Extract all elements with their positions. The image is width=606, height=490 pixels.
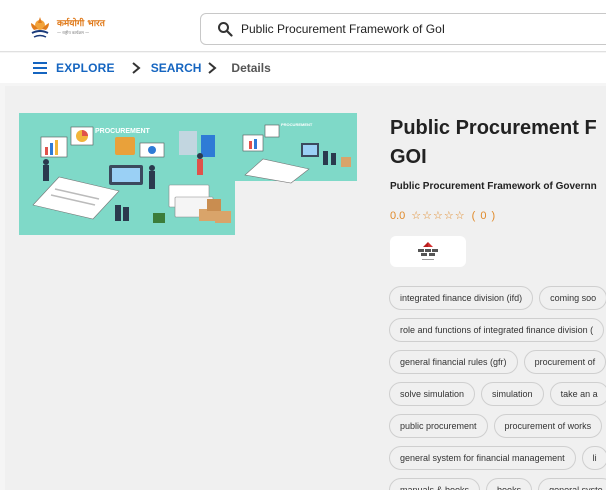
tag-row: general financial rules (gfr) procurement… — [389, 350, 606, 374]
rating-stars-icon: ☆☆☆☆☆ — [411, 210, 466, 222]
tag-chip[interactable]: take an a — [549, 382, 606, 406]
tag-chip[interactable]: li — [581, 446, 606, 470]
course-title-line: Public Procurement F — [390, 117, 597, 139]
top-bar: कर्मयोगी भारत — राष्ट्रीय कार्यक्रम — — [0, 0, 606, 52]
search-box[interactable] — [200, 13, 606, 45]
tag-chip[interactable]: general system for financial management — [389, 446, 576, 470]
breadcrumb-explore-link[interactable]: EXPLORE — [56, 61, 115, 75]
tag-row: role and functions of integrated finance… — [389, 318, 606, 342]
tag-chip[interactable]: procurement of works — [493, 414, 603, 438]
tag-row: solve simulation simulation take an a — [389, 382, 606, 406]
breadcrumb: EXPLORE SEARCH Details — [0, 53, 606, 83]
tag-chip[interactable]: procurement of — [523, 350, 606, 374]
tag-chip[interactable]: simulation — [481, 382, 544, 406]
karmayogi-logo[interactable]: कर्मयोगी भारत — राष्ट्रीय कार्यक्रम — — [26, 13, 105, 41]
tag-chip[interactable]: coming soo — [539, 286, 606, 310]
tag-chip[interactable]: integrated finance division (ifd) — [389, 286, 534, 310]
logo-text: कर्मयोगी भारत — [57, 18, 105, 29]
course-thumbnail: PROCUREMENT PROCUREMENT — [19, 113, 357, 235]
course-title-line: GOI — [390, 146, 427, 168]
search-icon[interactable] — [217, 21, 233, 37]
provider-emblem-icon — [418, 242, 438, 260]
course-title: Public Procurement F GOI — [390, 114, 606, 172]
tag-chip[interactable]: role and functions of integrated finance… — [389, 318, 605, 342]
tag-row: general system for financial management l… — [389, 446, 606, 470]
tag-row: public procurement procurement of works — [389, 414, 606, 438]
tag-chip[interactable]: general financial rules (gfr) — [389, 350, 518, 374]
tag-chip[interactable]: general syste — [538, 478, 606, 490]
menu-icon[interactable] — [33, 62, 47, 74]
tag-chip[interactable]: manuals & books — [389, 478, 481, 490]
logo-subtext: — राष्ट्रीय कार्यक्रम — — [57, 29, 90, 35]
chevron-right-icon — [208, 62, 217, 74]
thumbnail-caption: PROCUREMENT — [281, 122, 313, 127]
provider-logo — [390, 236, 466, 267]
logo-lotus-icon — [31, 17, 49, 38]
rating-count: ( 0 ) — [471, 209, 497, 222]
course-subtitle: Public Procurement Framework of Governn — [390, 181, 597, 192]
tag-row: integrated finance division (ifd) coming … — [389, 286, 606, 310]
thumbnail-caption: PROCUREMENT — [95, 128, 151, 135]
rating-value: 0.0 — [390, 209, 406, 222]
breadcrumb-details: Details — [231, 61, 271, 75]
breadcrumb-search-link[interactable]: SEARCH — [151, 61, 202, 75]
tag-chip[interactable]: public procurement — [389, 414, 488, 438]
tag-row: manuals & books books general syste — [389, 478, 606, 490]
chevron-right-icon — [132, 62, 141, 74]
course-rating: 0.0 ☆☆☆☆☆ ( 0 ) — [390, 209, 497, 223]
search-input[interactable] — [241, 22, 581, 36]
tag-chip[interactable]: books — [486, 478, 533, 490]
tag-chip[interactable]: solve simulation — [389, 382, 476, 406]
